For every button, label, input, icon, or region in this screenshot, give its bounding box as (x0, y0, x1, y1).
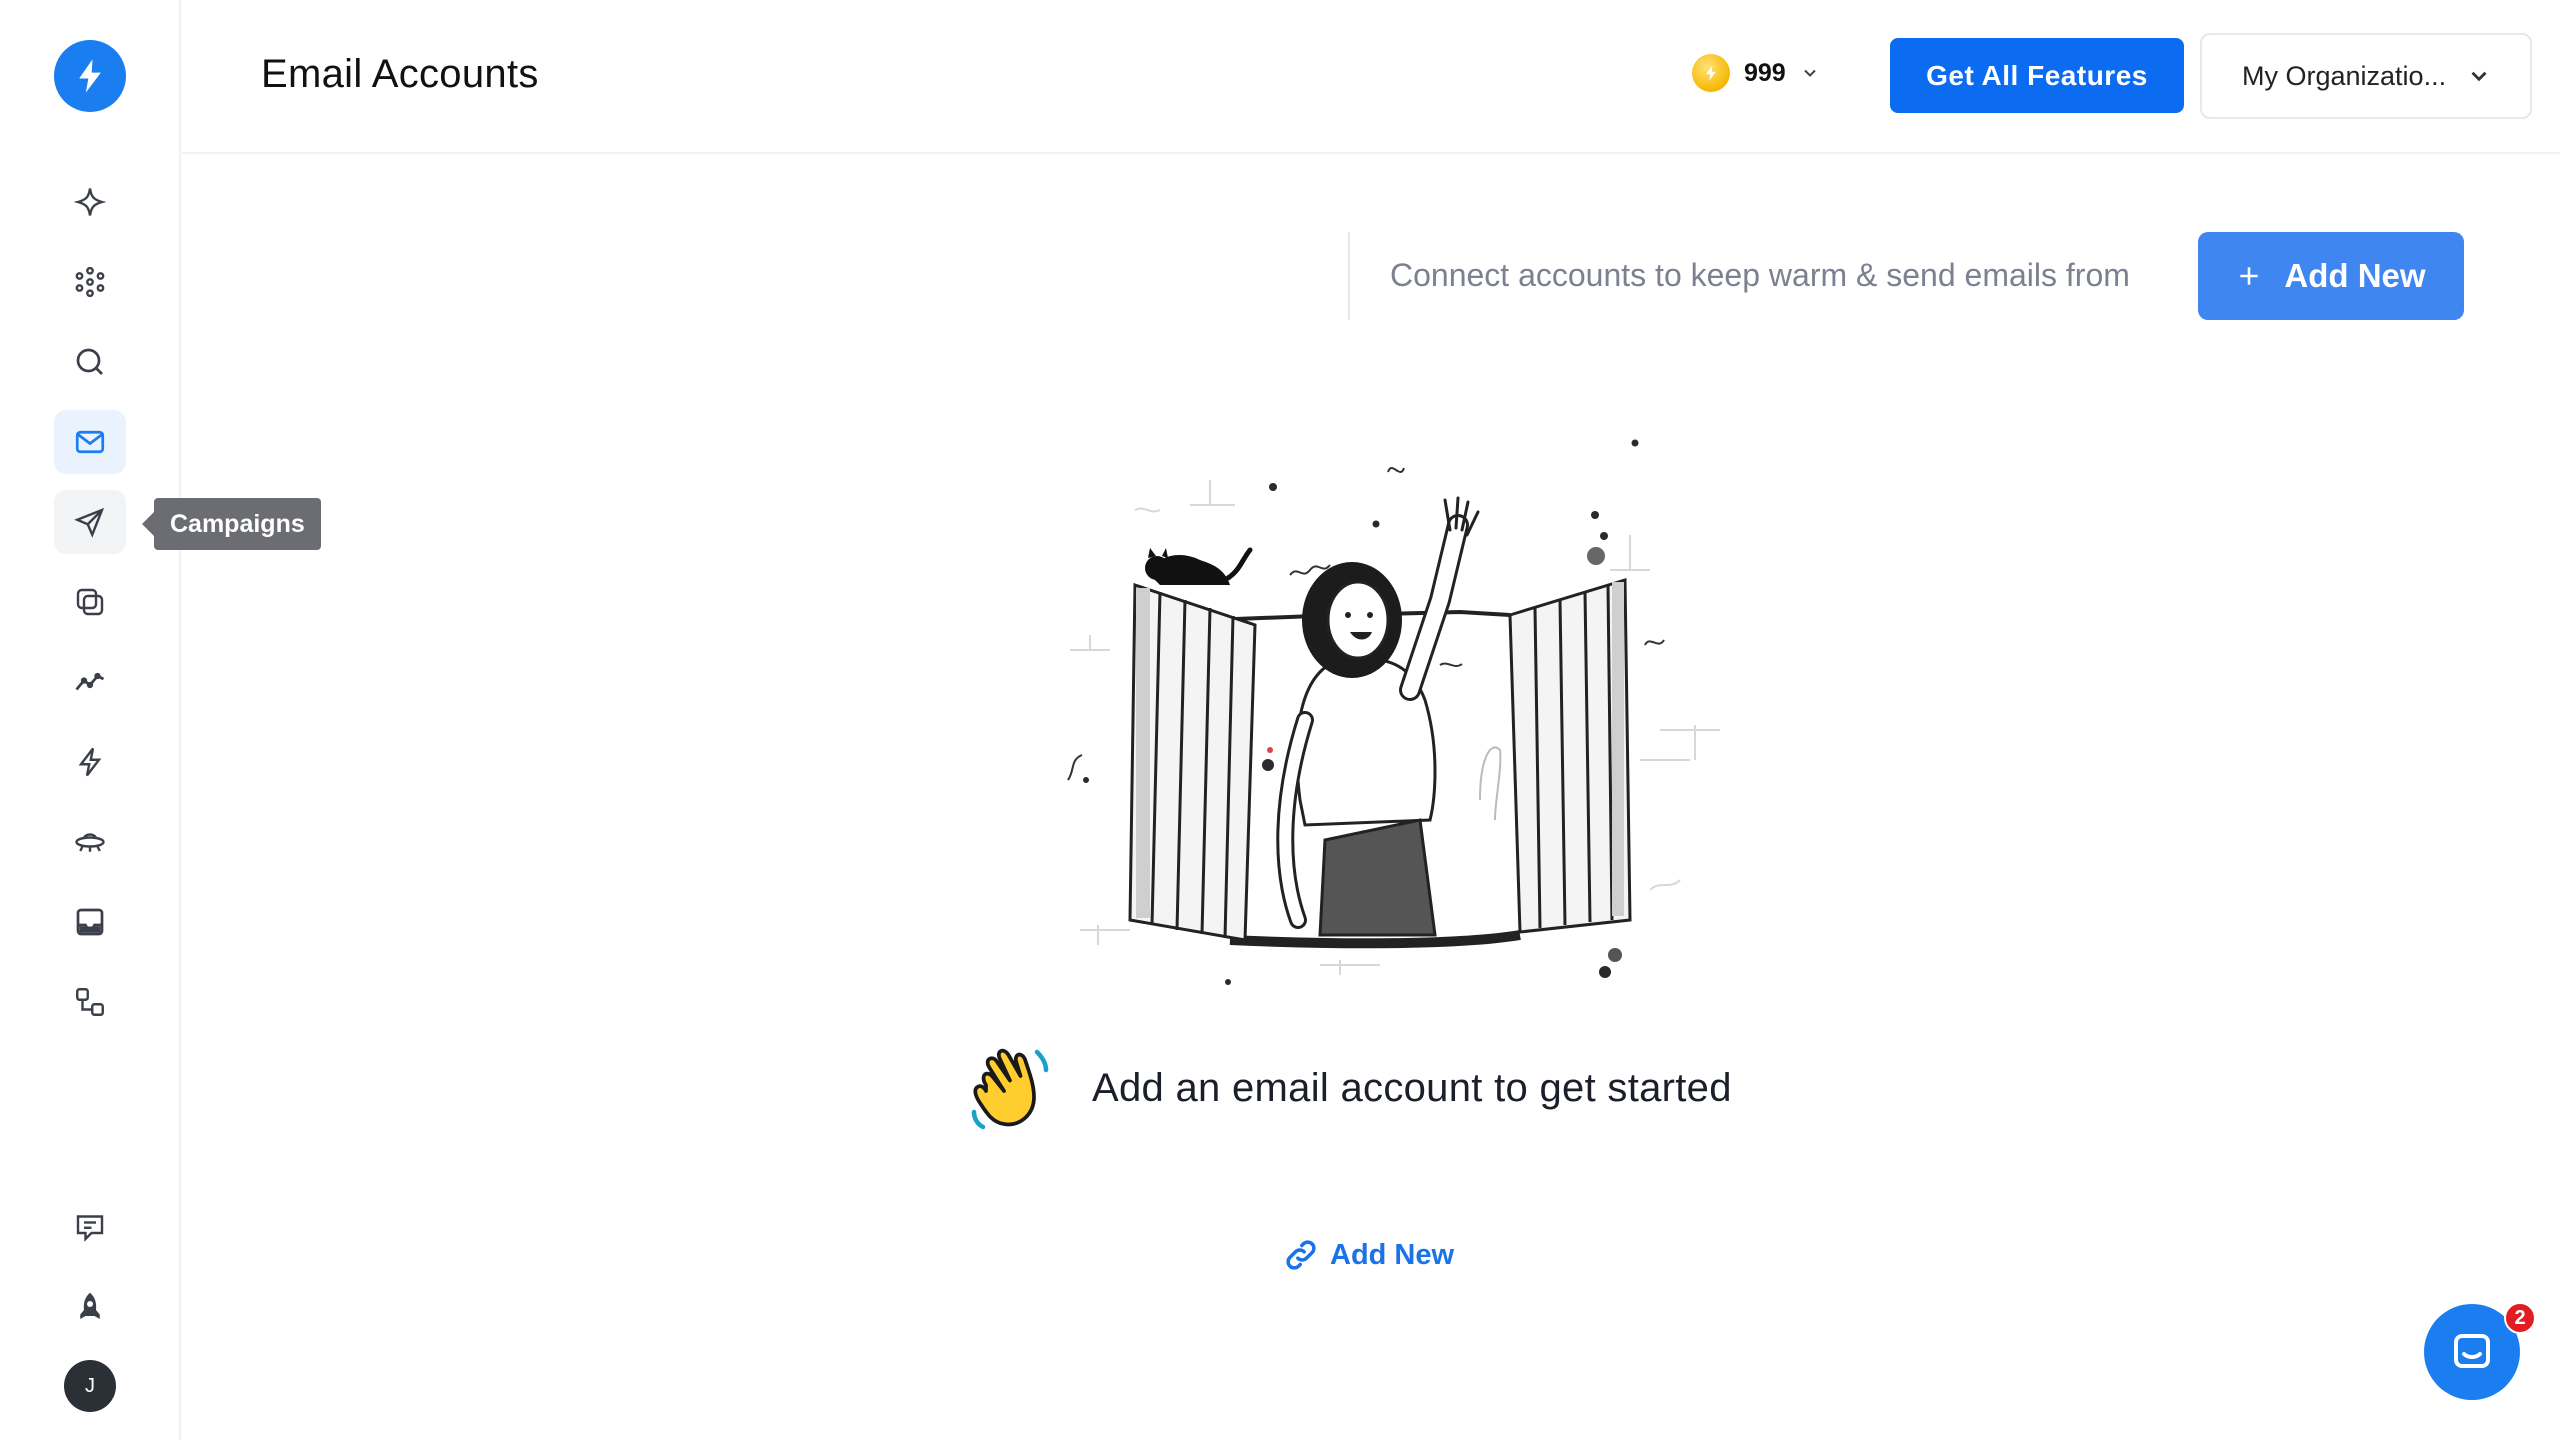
bolt-icon (78, 747, 102, 777)
get-all-features-button[interactable]: Get All Features (1890, 38, 2184, 113)
chat-notification-badge: 2 (2504, 1302, 2536, 1334)
link-icon (1286, 1240, 1316, 1270)
empty-state-title: Add an email account to get started (1092, 1065, 1732, 1110)
workflow-icon (76, 988, 104, 1016)
chevron-down-icon (1804, 69, 1816, 77)
rocket-icon (80, 1292, 100, 1319)
sidebar-item-inbox[interactable] (54, 890, 126, 954)
add-new-button[interactable]: Add New (2198, 232, 2464, 320)
mail-icon (75, 430, 105, 454)
ufo-icon (75, 833, 105, 852)
sidebar-item-campaigns[interactable] (54, 490, 126, 554)
avatar[interactable]: J (64, 1360, 116, 1412)
sidebar-item-analytics[interactable] (54, 650, 126, 714)
add-new-link[interactable]: Add New (1282, 1236, 1454, 1274)
chat-icon (2454, 1334, 2490, 1368)
inbox-icon (76, 908, 104, 936)
bolt-icon (79, 59, 101, 93)
copy-icon (76, 588, 104, 616)
add-new-label: Add New (2284, 257, 2426, 294)
sidebar-item-rocket[interactable] (54, 1275, 126, 1339)
campaigns-tooltip: Campaigns (142, 498, 321, 550)
sidebar-item-email-accounts[interactable] (54, 410, 126, 474)
network-icon (75, 266, 105, 298)
organization-label: My Organizatio... (2242, 60, 2447, 91)
plus-icon (2240, 267, 2259, 285)
app-logo[interactable] (54, 40, 126, 112)
chevron-down-icon (2471, 71, 2487, 82)
top-header: Email Accounts 999 Get All Features My O… (182, 0, 2560, 154)
waving-hand-icon (971, 1048, 1049, 1130)
search-icon (76, 348, 103, 375)
sidebar-item-feedback[interactable] (54, 1195, 126, 1259)
analytics-icon (75, 672, 105, 691)
organization-select[interactable]: My Organizatio... (2200, 33, 2532, 119)
add-new-link-label: Add New (1330, 1238, 1455, 1271)
toolbar-divider (1348, 232, 1350, 320)
sidebar-item-copy[interactable] (54, 570, 126, 634)
page-title: Email Accounts (261, 52, 539, 96)
sparkle-icon (73, 188, 107, 216)
sidebar-item-ufo[interactable] (54, 810, 126, 874)
sidebar-item-sparkle[interactable] (54, 170, 126, 234)
sidebar-item-search[interactable] (54, 330, 126, 394)
sidebar: J (0, 0, 181, 1440)
send-icon (74, 507, 105, 538)
coin-icon (1692, 54, 1730, 92)
empty-state-message: Add an email account to get started (962, 1040, 1732, 1136)
sidebar-item-workflow[interactable] (54, 970, 126, 1034)
connect-accounts-hint: Connect accounts to keep warm & send ema… (1390, 257, 2130, 293)
credits-dropdown[interactable]: 999 (1692, 54, 1820, 92)
credits-value: 999 (1744, 58, 1786, 87)
feedback-icon (76, 1215, 104, 1242)
sidebar-item-automation[interactable] (54, 730, 126, 794)
sidebar-item-network[interactable] (54, 250, 126, 314)
empty-state-illustration (1067, 439, 1720, 985)
